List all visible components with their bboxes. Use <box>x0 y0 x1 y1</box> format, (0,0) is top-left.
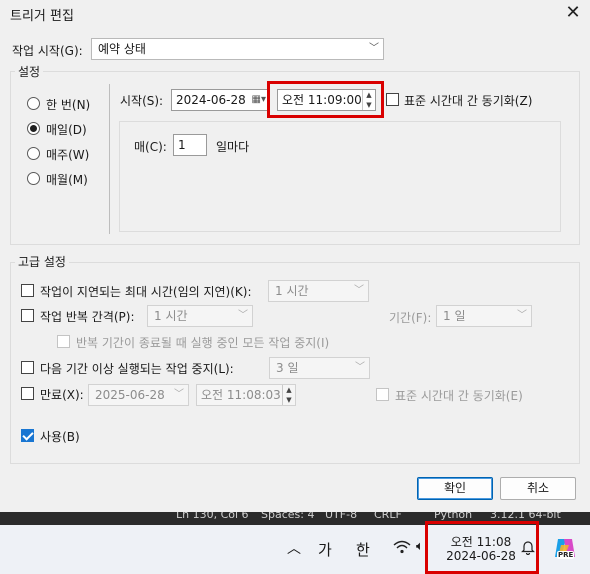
radio-once[interactable] <box>27 97 40 110</box>
spin-up-icon[interactable]: ▲ <box>363 90 375 100</box>
start-date-picker[interactable]: 2024-06-28 ▦▾ <box>171 89 270 111</box>
start-task-value: 예약 상태 <box>98 42 146 56</box>
chevron-down-icon: ﹀ <box>174 389 184 400</box>
every-days-value: 1 <box>178 138 186 152</box>
spin-up-icon[interactable]: ▲ <box>283 385 295 395</box>
speaker-icon[interactable]: 🔈︎ <box>416 539 424 554</box>
delay-select[interactable]: 1 시간 ﹀ <box>268 280 369 302</box>
radio-once-label: 한 번(N) <box>46 98 91 112</box>
ime-language-indicator[interactable]: 한 <box>356 539 370 560</box>
expire-time-field[interactable]: 오전 11:08:03 ▲ ▼ <box>196 384 296 406</box>
radio-monthly-label: 매월(M) <box>46 173 88 187</box>
radio-weekly[interactable] <box>27 147 40 160</box>
advanced-group-title: 고급 설정 <box>15 253 69 270</box>
delay-label: 작업이 지연되는 최대 시간(임의 지연)(K): <box>40 285 252 299</box>
status-interpreter[interactable]: 3.12.1 64-bit <box>490 512 561 521</box>
chevron-up-icon[interactable]: ︿ <box>287 538 301 558</box>
stop-all-checkbox[interactable] <box>57 335 70 348</box>
stop-longer-value: 3 일 <box>276 361 299 375</box>
radio-weekly-label: 매주(W) <box>46 148 90 162</box>
calendar-icon: ▦▾ <box>251 94 266 105</box>
stop-longer-label: 다음 기간 이상 실행되는 작업 중지(L): <box>40 362 234 376</box>
settings-group-title: 설정 <box>15 63 44 80</box>
radio-monthly[interactable] <box>27 172 40 185</box>
expire-checkbox[interactable] <box>21 387 34 400</box>
stop-longer-select[interactable]: 3 일 ﹀ <box>269 357 370 379</box>
close-icon[interactable]: ✕ <box>562 2 584 24</box>
status-language[interactable]: Python <box>434 512 472 521</box>
repeat-checkbox[interactable] <box>21 309 34 322</box>
spin-down-icon[interactable]: ▼ <box>363 100 375 110</box>
chevron-down-icon: ﹀ <box>354 285 364 296</box>
chevron-down-icon: ﹀ <box>517 310 527 321</box>
wifi-icon[interactable] <box>393 540 411 558</box>
every-label: 매(C): <box>134 140 167 154</box>
dialog-title: 트리거 편집 <box>10 9 74 24</box>
status-cursor-position[interactable]: Ln 130, Col 6 <box>176 512 249 521</box>
repeat-select[interactable]: 1 시간 ﹀ <box>147 305 253 327</box>
radio-daily-label: 매일(D) <box>46 123 87 137</box>
status-eol[interactable]: CRLF <box>374 512 402 521</box>
expire-label: 만료(X): <box>40 388 84 402</box>
taskbar: ︿ 가 한 🔈︎ 오전 11:08 2024-06-28 PRE <box>0 525 590 574</box>
status-indentation[interactable]: Spaces: 4 <box>261 512 314 521</box>
clock-time[interactable]: 오전 11:08 <box>442 533 520 550</box>
stop-all-label: 반복 기간이 종료될 때 실행 중인 모든 작업 중지(I) <box>76 336 330 350</box>
radio-daily[interactable] <box>27 122 40 135</box>
expire-date-value: 2025-06-28 <box>95 388 165 402</box>
duration-label: 기간(F): <box>389 311 432 325</box>
every-unit-label: 일마다 <box>216 140 250 154</box>
expire-time-value: 오전 11:08:03 <box>201 388 281 402</box>
settings-divider <box>109 84 110 234</box>
repeat-label: 작업 반복 간격(P): <box>40 310 135 324</box>
edit-trigger-dialog: 트리거 편집 ✕ 작업 시작(G): 예약 상태 ﹀ 설정 한 번(N) 매일(… <box>0 0 590 513</box>
delay-value: 1 시간 <box>275 284 309 298</box>
repeat-value: 1 시간 <box>154 309 188 323</box>
chevron-down-icon: ﹀ <box>238 310 248 321</box>
start-date-value: 2024-06-28 <box>176 93 246 107</box>
start-time-spinner[interactable]: ▲ ▼ <box>362 90 375 110</box>
spin-down-icon[interactable]: ▼ <box>283 395 295 405</box>
every-days-input[interactable]: 1 <box>173 134 207 156</box>
duration-value: 1 일 <box>443 309 466 323</box>
copilot-pre-badge: PRE <box>557 551 575 559</box>
start-task-select[interactable]: 예약 상태 ﹀ <box>91 38 384 60</box>
clock-date[interactable]: 2024-06-28 <box>442 549 520 563</box>
status-encoding[interactable]: UTF-8 <box>325 512 357 521</box>
bell-icon[interactable] <box>521 539 535 558</box>
copilot-icon[interactable]: PRE <box>552 535 578 561</box>
delay-checkbox[interactable] <box>21 284 34 297</box>
chevron-down-icon: ﹀ <box>355 362 365 373</box>
sync-timezone-checkbox[interactable] <box>386 93 399 106</box>
expire-date-picker[interactable]: 2025-06-28 ﹀ <box>88 384 189 406</box>
cancel-button[interactable]: 취소 <box>500 477 576 500</box>
start-task-label: 작업 시작(G): <box>12 44 83 58</box>
ok-button[interactable]: 확인 <box>417 477 493 500</box>
enabled-label: 사용(B) <box>40 430 80 444</box>
editor-status-bar: Ln 130, Col 6 Spaces: 4 UTF-8 CRLF Pytho… <box>0 512 590 525</box>
stop-longer-checkbox[interactable] <box>21 361 34 374</box>
sync-timezone-label: 표준 시간대 간 동기화(Z) <box>404 94 533 108</box>
expire-sync-checkbox[interactable] <box>376 388 389 401</box>
start-label: 시작(S): <box>120 94 164 108</box>
ime-mode-indicator[interactable]: 가 <box>318 539 332 560</box>
chevron-down-icon: ﹀ <box>369 43 379 54</box>
enabled-checkbox[interactable] <box>21 429 34 442</box>
expire-sync-label: 표준 시간대 간 동기화(E) <box>395 389 523 403</box>
start-time-field[interactable]: 오전 11:09:00 ▲ ▼ <box>277 89 376 111</box>
start-time-value: 오전 11:09:00 <box>282 93 362 107</box>
expire-time-spinner[interactable]: ▲ ▼ <box>282 385 295 405</box>
duration-select[interactable]: 1 일 ﹀ <box>436 305 532 327</box>
